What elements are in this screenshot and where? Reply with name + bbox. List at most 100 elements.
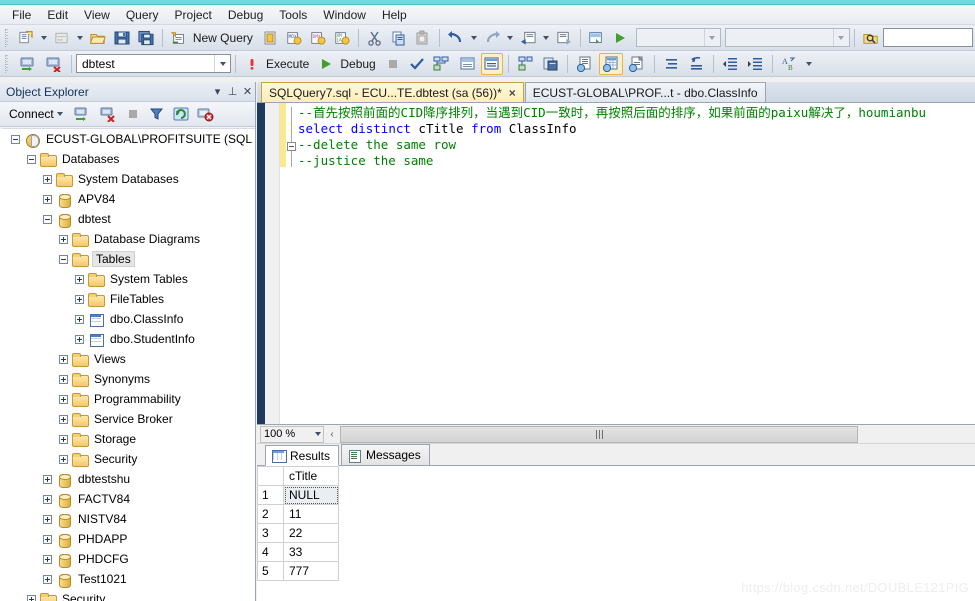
start-debug-icon[interactable]: [609, 27, 631, 49]
comment-lines-icon[interactable]: [660, 53, 683, 75]
scroll-left-icon[interactable]: ‹: [324, 426, 340, 443]
new-xmla-query-icon[interactable]: XM LA: [331, 27, 353, 49]
grid-cell[interactable]: 22: [283, 523, 339, 543]
chevron-down-icon[interactable]: [315, 427, 321, 442]
filter-icon[interactable]: [146, 103, 168, 125]
database-combo[interactable]: dbtest: [76, 54, 231, 73]
add-new-item-icon[interactable]: [51, 27, 73, 49]
connect-button[interactable]: Connect: [6, 106, 69, 122]
tree-item-test1021[interactable]: Test1021: [3, 569, 255, 589]
menu-item-debug[interactable]: Debug: [220, 6, 271, 24]
debug-target-combo-1[interactable]: [636, 28, 721, 47]
menu-item-view[interactable]: View: [76, 6, 118, 24]
menu-item-query[interactable]: Query: [118, 6, 167, 24]
new-dmx-query-icon[interactable]: DMX: [307, 27, 329, 49]
connect-object-explorer-icon[interactable]: [70, 103, 94, 125]
tree-item-system-databases[interactable]: System Databases: [3, 169, 255, 189]
editor-indicator-margin[interactable]: [265, 103, 280, 424]
specify-values-icon[interactable]: A B: [778, 53, 802, 75]
dropdown-icon[interactable]: ▾: [210, 85, 225, 98]
menu-item-file[interactable]: File: [4, 6, 39, 24]
toolbar-grip[interactable]: [5, 28, 12, 47]
sql-editor[interactable]: --首先按照前面的CID降序排列，当遇到CID一致时，再按照后面的排序，如果前面…: [257, 103, 975, 425]
new-query-label[interactable]: New Query: [191, 31, 258, 45]
row-number-cell[interactable]: 2: [257, 504, 284, 524]
search-input[interactable]: [882, 28, 973, 47]
navigate-backward-dropdown-icon[interactable]: [542, 35, 549, 40]
navigate-backward-icon[interactable]: [517, 27, 539, 49]
expand-icon[interactable]: [25, 593, 38, 601]
tree-item-views[interactable]: Views: [3, 349, 255, 369]
grid-cell[interactable]: NULL: [283, 485, 339, 505]
redo-dropdown-icon[interactable]: [506, 35, 513, 40]
find-in-files-icon[interactable]: [860, 27, 882, 49]
tree-item-ecust-global-profitsuite-sql-ser[interactable]: ECUST-GLOBAL\PROFITSUITE (SQL Ser: [3, 129, 255, 149]
collapse-icon[interactable]: [9, 133, 22, 146]
menu-item-project[interactable]: Project: [167, 6, 220, 24]
results-grid[interactable]: cTitle 1 NULL 2 11 3 22 4 33 5 777: [257, 466, 339, 581]
open-file-icon[interactable]: [87, 27, 109, 49]
expand-icon[interactable]: [41, 533, 54, 546]
row-number-cell[interactable]: 1: [257, 485, 284, 505]
toolbar-grip[interactable]: [5, 54, 12, 73]
remove-icon[interactable]: [194, 103, 217, 125]
new-database-engine-query-icon[interactable]: [259, 27, 281, 49]
execute-icon[interactable]: [241, 53, 263, 75]
results-to-text-icon[interactable]: [573, 53, 597, 75]
include-actual-plan-icon[interactable]: [514, 53, 537, 75]
expand-icon[interactable]: [73, 333, 86, 346]
undo-icon[interactable]: [445, 27, 467, 49]
expand-icon[interactable]: [57, 233, 70, 246]
tree-item-nistv84[interactable]: NISTV84: [3, 509, 255, 529]
tree-item-filetables[interactable]: FileTables: [3, 289, 255, 309]
collapse-icon[interactable]: [25, 153, 38, 166]
collapse-icon[interactable]: [57, 253, 70, 266]
row-number-cell[interactable]: 3: [257, 523, 284, 543]
expand-icon[interactable]: [41, 493, 54, 506]
navigate-forward-icon[interactable]: [553, 27, 575, 49]
expand-icon[interactable]: [41, 513, 54, 526]
grid-corner-cell[interactable]: [257, 466, 284, 486]
tree-item-dbtestshu[interactable]: dbtestshu: [3, 469, 255, 489]
table-row[interactable]: 3 22: [257, 523, 339, 543]
tree-item-programmability[interactable]: Programmability: [3, 389, 255, 409]
scrollbar-track[interactable]: [340, 425, 975, 443]
stop-icon[interactable]: [382, 53, 404, 75]
tree-item-system-tables[interactable]: System Tables: [3, 269, 255, 289]
tree-item-database-diagrams[interactable]: Database Diagrams: [3, 229, 255, 249]
menu-item-edit[interactable]: Edit: [39, 6, 76, 24]
close-icon[interactable]: ✕: [240, 85, 255, 98]
new-mdx-query-icon[interactable]: MDX: [283, 27, 305, 49]
expand-icon[interactable]: [57, 353, 70, 366]
tree-item-dbo-studentinfo[interactable]: dbo.StudentInfo: [3, 329, 255, 349]
undo-dropdown-icon[interactable]: [470, 35, 477, 40]
menu-item-tools[interactable]: Tools: [271, 6, 315, 24]
menu-item-window[interactable]: Window: [315, 6, 374, 24]
redo-icon[interactable]: [481, 27, 503, 49]
grid-cell[interactable]: 777: [283, 561, 339, 581]
table-row[interactable]: 5 777: [257, 561, 339, 581]
connect-icon[interactable]: [16, 53, 40, 75]
include-client-statistics-icon[interactable]: [539, 53, 562, 75]
editor-outlining-margin[interactable]: [286, 103, 298, 424]
uncomment-lines-icon[interactable]: [685, 53, 708, 75]
grid-column-header[interactable]: cTitle: [283, 466, 339, 486]
menu-item-help[interactable]: Help: [374, 6, 415, 24]
change-connection-icon[interactable]: [42, 53, 66, 75]
row-number-cell[interactable]: 5: [257, 561, 284, 581]
tree-item-databases[interactable]: Databases: [3, 149, 255, 169]
chevron-down-icon[interactable]: [832, 29, 849, 46]
expand-icon[interactable]: [73, 313, 86, 326]
grid-cell[interactable]: 33: [283, 542, 339, 562]
increase-indent-icon[interactable]: [744, 53, 767, 75]
code-line[interactable]: --justice the same: [298, 153, 975, 169]
debug-target-combo-2[interactable]: [724, 28, 850, 47]
expand-icon[interactable]: [57, 373, 70, 386]
display-estimated-plan-icon[interactable]: [430, 53, 454, 75]
expand-icon[interactable]: [57, 433, 70, 446]
toolbar-overflow-icon[interactable]: [805, 61, 812, 66]
collapse-icon[interactable]: [41, 213, 54, 226]
expand-icon[interactable]: [57, 393, 70, 406]
results-to-file-icon[interactable]: [625, 53, 649, 75]
chevron-down-icon[interactable]: [703, 29, 720, 46]
